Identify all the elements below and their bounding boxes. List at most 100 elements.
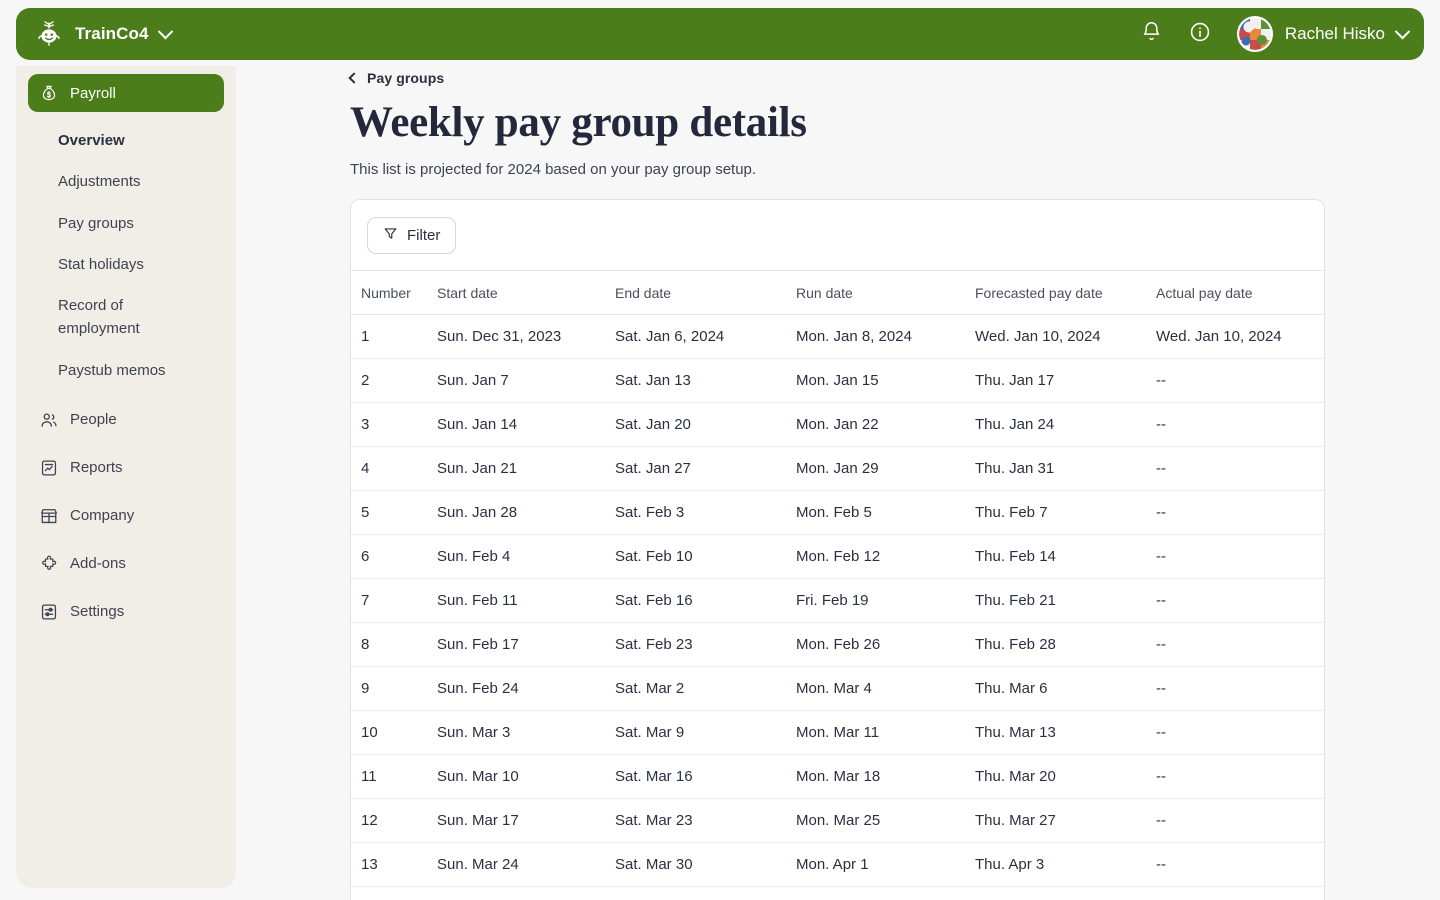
- table-row[interactable]: 5Sun. Jan 28Sat. Feb 3Mon. Feb 5Thu. Feb…: [351, 491, 1324, 535]
- brand-menu[interactable]: TrainCo4: [34, 19, 171, 49]
- cell-number: 6: [351, 535, 437, 579]
- cell-start-date: Sun. Mar 17: [437, 799, 615, 843]
- column-header-run-date[interactable]: Run date: [796, 271, 975, 315]
- cell-run-date: Mon. Feb 12: [796, 535, 975, 579]
- notifications-button[interactable]: [1137, 19, 1167, 49]
- table-row[interactable]: 6Sun. Feb 4Sat. Feb 10Mon. Feb 12Thu. Fe…: [351, 535, 1324, 579]
- cell-start-date: Sun. Dec 31, 2023: [437, 315, 615, 359]
- cell-forecasted-pay-date: Thu. Feb 14: [975, 535, 1156, 579]
- info-circle-icon: [1189, 21, 1211, 48]
- cell-forecasted-pay-date: Thu. Jan 24: [975, 403, 1156, 447]
- sidebar-subitem-pay-groups[interactable]: Pay groups: [28, 203, 224, 244]
- cell-run-date: Fri. Feb 19: [796, 579, 975, 623]
- sidebar-item-label: Payroll: [70, 85, 116, 102]
- column-header-start-date[interactable]: Start date: [437, 271, 615, 315]
- sidebar-payroll-subnav: Overview Adjustments Pay groups Stat hol…: [28, 116, 224, 401]
- pay-periods-card: Filter Number Start date End date Run da…: [350, 199, 1325, 900]
- table-row[interactable]: 1Sun. Dec 31, 2023Sat. Jan 6, 2024Mon. J…: [351, 315, 1324, 359]
- bell-icon: [1141, 21, 1162, 47]
- table-row[interactable]: 2Sun. Jan 7Sat. Jan 13Mon. Jan 15Thu. Ja…: [351, 359, 1324, 403]
- table-row[interactable]: 7Sun. Feb 11Sat. Feb 16Fri. Feb 19Thu. F…: [351, 579, 1324, 623]
- breadcrumb-label: Pay groups: [367, 70, 444, 86]
- column-header-end-date[interactable]: End date: [615, 271, 796, 315]
- cell-number: 9: [351, 667, 437, 711]
- cell-end-date: Sat. Feb 16: [615, 579, 796, 623]
- table-row[interactable]: 10Sun. Mar 3Sat. Mar 9Mon. Mar 11Thu. Ma…: [351, 711, 1324, 755]
- sidebar: Payroll Overview Adjustments Pay groups …: [16, 66, 236, 888]
- cell-run-date: Mon. Mar 4: [796, 667, 975, 711]
- table-row[interactable]: 9Sun. Feb 24Sat. Mar 2Mon. Mar 4Thu. Mar…: [351, 667, 1324, 711]
- cell-run-date: Mon. Mar 18: [796, 755, 975, 799]
- breadcrumb-back-link[interactable]: Pay groups: [350, 70, 444, 86]
- cell-number: 8: [351, 623, 437, 667]
- cell-end-date: Sat. Mar 30: [615, 843, 796, 887]
- sidebar-item-people[interactable]: People: [28, 401, 224, 439]
- pay-periods-table: Number Start date End date Run date Fore…: [351, 271, 1324, 900]
- cell-forecasted-pay-date: Thu. Feb 28: [975, 623, 1156, 667]
- sidebar-item-payroll[interactable]: Payroll: [28, 74, 224, 112]
- cell-run-date: Mon. Apr 1: [796, 843, 975, 887]
- sidebar-subitem-paystub-memos[interactable]: Paystub memos: [28, 350, 224, 391]
- funnel-filter-icon: [383, 226, 398, 245]
- table-header-row: Number Start date End date Run date Fore…: [351, 271, 1324, 315]
- cell-actual-pay-date: --: [1156, 535, 1324, 579]
- puzzle-piece-icon: [40, 555, 58, 573]
- cell-actual-pay-date: --: [1156, 447, 1324, 491]
- cell-run-date: Mon. Jan 29: [796, 447, 975, 491]
- cell-number: 4: [351, 447, 437, 491]
- cell-number: 10: [351, 711, 437, 755]
- sidebar-item-settings[interactable]: Settings: [28, 593, 224, 631]
- table-row[interactable]: 4Sun. Jan 21Sat. Jan 27Mon. Jan 29Thu. J…: [351, 447, 1324, 491]
- table-row[interactable]: 12Sun. Mar 17Sat. Mar 23Mon. Mar 25Thu. …: [351, 799, 1324, 843]
- people-icon: [40, 411, 58, 429]
- cell-start-date: Sun. Jan 21: [437, 447, 615, 491]
- cell-end-date: Sat. Feb 10: [615, 535, 796, 579]
- table-row[interactable]: 3Sun. Jan 14Sat. Jan 20Mon. Jan 22Thu. J…: [351, 403, 1324, 447]
- table-head: Number Start date End date Run date Fore…: [351, 271, 1324, 315]
- cell-actual-pay-date: --: [1156, 799, 1324, 843]
- sidebar-subitem-record-of-employment[interactable]: Record of employment: [28, 285, 168, 350]
- table-row[interactable]: 11Sun. Mar 10Sat. Mar 16Mon. Mar 18Thu. …: [351, 755, 1324, 799]
- column-header-actual-pay-date[interactable]: Actual pay date: [1156, 271, 1324, 315]
- table-row[interactable]: 8Sun. Feb 17Sat. Feb 23Mon. Feb 26Thu. F…: [351, 623, 1324, 667]
- table-toolbar: Filter: [351, 200, 1324, 271]
- cell-run-date: Mon. Feb 26: [796, 623, 975, 667]
- cell-start-date: Sun. Feb 11: [437, 579, 615, 623]
- cell-forecasted-pay-date: Thu. Feb 7: [975, 491, 1156, 535]
- filter-button[interactable]: Filter: [367, 217, 456, 254]
- table-row[interactable]: 13Sun. Mar 24Sat. Mar 30Mon. Apr 1Thu. A…: [351, 843, 1324, 887]
- sidebar-item-company[interactable]: Company: [28, 497, 224, 535]
- column-header-number[interactable]: Number: [351, 271, 437, 315]
- cell-end-date: Sat. Mar 23: [615, 799, 796, 843]
- sidebar-subitem-stat-holidays[interactable]: Stat holidays: [28, 244, 224, 285]
- cell-forecasted-pay-date: Thu. Mar 27: [975, 799, 1156, 843]
- cell-forecasted-pay-date: Thu. Apr 10: [975, 887, 1156, 900]
- cell-end-date: Sat. Jan 13: [615, 359, 796, 403]
- column-header-forecasted-pay-date[interactable]: Forecasted pay date: [975, 271, 1156, 315]
- sidebar-subitem-overview[interactable]: Overview: [28, 120, 224, 161]
- sidebar-primary-section: Payroll: [28, 74, 224, 116]
- cell-end-date: Sat. Jan 20: [615, 403, 796, 447]
- cell-end-date: Sat. Jan 6, 2024: [615, 315, 796, 359]
- report-chart-icon: [40, 459, 58, 477]
- filter-button-label: Filter: [407, 227, 440, 244]
- sidebar-item-reports[interactable]: Reports: [28, 449, 224, 487]
- user-menu[interactable]: Rachel Hisko: [1233, 16, 1410, 52]
- cell-end-date: Sat. Mar 2: [615, 667, 796, 711]
- app-root: TrainCo4: [0, 0, 1440, 900]
- sliders-settings-icon: [40, 603, 58, 621]
- cell-number: 13: [351, 843, 437, 887]
- cell-run-date: Mon. Feb 5: [796, 491, 975, 535]
- cell-actual-pay-date: --: [1156, 579, 1324, 623]
- help-button[interactable]: [1185, 19, 1215, 49]
- sidebar-subitem-adjustments[interactable]: Adjustments: [28, 161, 224, 202]
- cell-actual-pay-date: Wed. Jan 10, 2024: [1156, 315, 1324, 359]
- sidebar-item-add-ons[interactable]: Add-ons: [28, 545, 224, 583]
- cell-actual-pay-date: --: [1156, 491, 1324, 535]
- cell-run-date: Mon. Jan 8, 2024: [796, 315, 975, 359]
- cell-start-date: Sun. Feb 24: [437, 667, 615, 711]
- cell-start-date: Sun. Feb 17: [437, 623, 615, 667]
- cell-actual-pay-date: --: [1156, 359, 1324, 403]
- table-row[interactable]: 14Sun. Mar 31Sat. Apr 6Mon. Apr 8Thu. Ap…: [351, 887, 1324, 900]
- cell-start-date: Sun. Mar 31: [437, 887, 615, 900]
